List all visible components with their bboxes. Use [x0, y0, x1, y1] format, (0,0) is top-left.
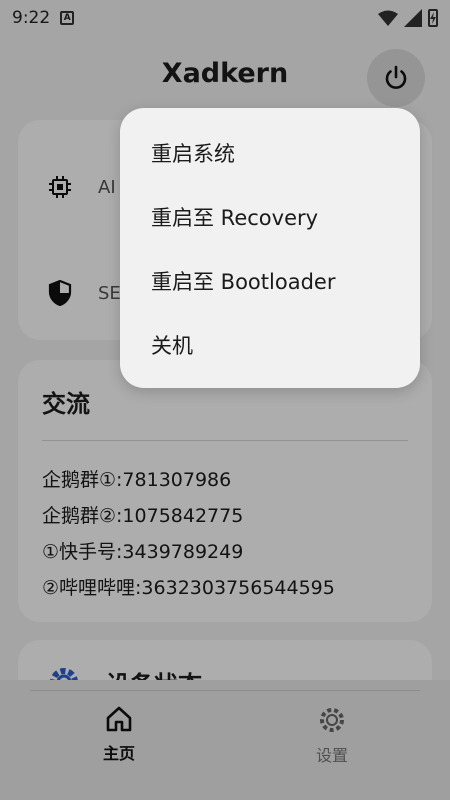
- menu-item-reboot-system[interactable]: 重启系统: [151, 138, 235, 168]
- menu-item-power-off[interactable]: 关机: [151, 330, 193, 360]
- menu-item-reboot-recovery[interactable]: 重启至 Recovery: [151, 202, 318, 232]
- menu-item-reboot-bootloader[interactable]: 重启至 Bootloader: [151, 266, 335, 296]
- power-menu: 重启系统 重启至 Recovery 重启至 Bootloader 关机: [120, 108, 420, 388]
